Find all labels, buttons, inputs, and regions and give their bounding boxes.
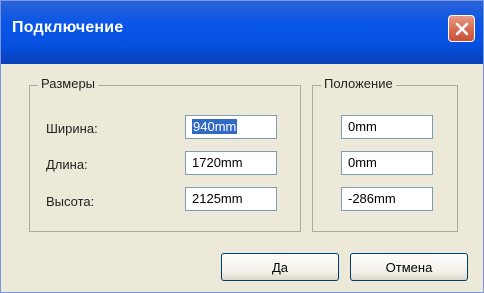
- connection-dialog: Подключение Размеры Ширина: Длина: Высот…: [0, 0, 484, 293]
- title-bar[interactable]: Подключение: [1, 1, 483, 64]
- height-label: Высота:: [46, 194, 95, 209]
- height-field[interactable]: 2125mm: [185, 187, 277, 211]
- dialog-title: Подключение: [12, 19, 124, 36]
- length-label: Длина:: [46, 157, 88, 172]
- height-value: 2125mm: [192, 191, 243, 206]
- width-label: Ширина:: [46, 121, 98, 136]
- close-button[interactable]: [448, 15, 475, 42]
- ok-button[interactable]: Да: [221, 253, 339, 281]
- width-value: 940mm: [192, 119, 238, 134]
- cancel-button[interactable]: Отмена: [350, 253, 468, 281]
- sizes-group-label: Размеры: [38, 76, 99, 91]
- length-field[interactable]: 1720mm: [185, 151, 277, 175]
- position-group-label: Положение: [321, 76, 396, 91]
- close-icon: [455, 22, 468, 35]
- position-z-value: -286mm: [348, 191, 396, 206]
- width-field[interactable]: 940mm: [185, 115, 277, 139]
- position-z-field[interactable]: -286mm: [341, 187, 433, 211]
- position-x-field[interactable]: 0mm: [341, 115, 433, 139]
- position-y-field[interactable]: 0mm: [341, 151, 433, 175]
- position-y-value: 0mm: [348, 155, 377, 170]
- position-x-value: 0mm: [348, 119, 377, 134]
- length-value: 1720mm: [192, 155, 243, 170]
